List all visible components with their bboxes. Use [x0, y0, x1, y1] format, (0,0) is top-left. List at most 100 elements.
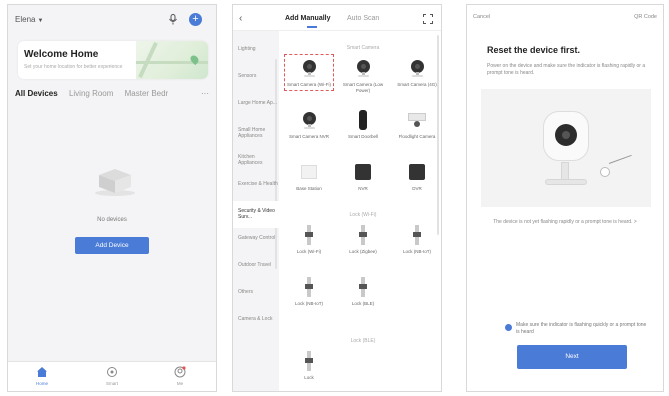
category-item[interactable]: Others	[233, 282, 279, 309]
slim-device-icon	[298, 276, 320, 298]
doorbell-device-icon	[352, 109, 374, 131]
tab-auto-scan[interactable]: Auto Scan	[347, 15, 379, 22]
device-tile[interactable]: Smart Camera (Wi-Fi)	[284, 54, 334, 91]
reset-header: Cancel QR Code	[467, 5, 663, 29]
add-device-header: ‹ Add Manually Auto Scan	[233, 5, 441, 31]
slim-device-icon	[298, 224, 320, 246]
category-item[interactable]: Kitchen Appliances	[233, 147, 279, 174]
device-tile[interactable]: Lock (Zigbee)	[341, 224, 385, 255]
category-item[interactable]: Security & Video Surv...	[233, 201, 279, 228]
device-scrollbar[interactable]	[437, 35, 439, 235]
cancel-button[interactable]: Cancel	[473, 14, 490, 20]
device-name: Floodlight Camera	[398, 134, 436, 139]
profile-icon	[174, 366, 186, 378]
section-title: Smart Camera	[346, 45, 380, 51]
empty-state-text: No devices	[97, 217, 127, 223]
device-name: NVR	[358, 186, 368, 191]
device-tile[interactable]: Lock	[287, 350, 331, 381]
device-tile[interactable]: Smart Camera (4G)	[395, 57, 439, 88]
camera-lens	[555, 124, 577, 146]
category-item[interactable]: Sensors	[233, 66, 279, 93]
category-item[interactable]: Small Home Appliances	[233, 120, 279, 147]
device-tile[interactable]: Floodlight Camera	[395, 109, 439, 140]
device-name: Smart Camera (Low Power)	[342, 82, 384, 93]
device-name: Base Station	[296, 186, 322, 191]
device-tile[interactable]: Lock (NB-IoT)	[287, 276, 331, 307]
reset-pointer-line	[608, 154, 632, 164]
tab-add-manually[interactable]: Add Manually	[285, 15, 331, 22]
tab-all-devices[interactable]: All Devices	[15, 89, 58, 98]
device-name: Lock (Zigbee)	[349, 249, 377, 254]
map-thumbnail	[136, 41, 208, 79]
camera-device-icon	[352, 57, 374, 79]
qr-code-button[interactable]: QR Code	[634, 14, 657, 20]
add-device-screen: ‹ Add Manually Auto Scan Lighting Sensors…	[232, 4, 442, 392]
camera-neck	[561, 162, 569, 180]
device-tile[interactable]: Lock (BLE)	[341, 276, 385, 307]
category-item[interactable]: Camera & Lock	[233, 309, 279, 336]
device-name: Lock (BLE)	[351, 301, 375, 306]
camera-body	[543, 111, 589, 161]
whitebox-device-icon	[298, 161, 320, 183]
microphone-icon[interactable]	[168, 14, 178, 25]
confirm-text: Make sure the indicator is flashing quic…	[516, 322, 647, 335]
category-item[interactable]: Lighting	[233, 39, 279, 66]
darkbox-device-icon	[406, 161, 428, 183]
tab-smart[interactable]: Smart	[92, 366, 132, 386]
tab-home[interactable]: Home	[22, 366, 62, 386]
tab-living-room[interactable]: Living Room	[69, 89, 113, 98]
tab-master-bedroom[interactable]: Master Bedr	[125, 89, 169, 98]
home-icon	[37, 367, 47, 377]
back-arrow-icon[interactable]: ‹	[239, 13, 242, 24]
reset-instructions: Power on the device and make sure the in…	[487, 63, 646, 76]
device-tile[interactable]: Smart Camera (Low Power)	[341, 57, 385, 93]
device-tile[interactable]: Base Station	[287, 161, 331, 192]
tab-me-label: Me	[176, 381, 184, 386]
device-name: Smart Camera NVR	[288, 134, 329, 139]
welcome-card[interactable]: Welcome Home Set your home location for …	[18, 41, 208, 79]
device-name: Lock (Wi-Fi)	[296, 249, 322, 254]
camera-device-icon	[298, 57, 320, 79]
device-name: Lock (NB-IoT)	[402, 249, 431, 254]
add-device-button[interactable]: Add Device	[75, 237, 149, 254]
active-tab-indicator	[307, 26, 317, 28]
reset-device-screen: Cancel QR Code Reset the device first. P…	[466, 4, 664, 392]
page-title: Reset the device first.	[487, 45, 581, 55]
home-selector-label: Elena	[15, 15, 36, 24]
empty-box-icon	[95, 169, 135, 196]
welcome-title: Welcome Home	[24, 49, 99, 60]
category-item[interactable]: Outdoor Travel	[233, 255, 279, 282]
slim-device-icon	[352, 224, 374, 246]
darkbox-device-icon	[352, 161, 374, 183]
category-item[interactable]: Exercise & Health	[233, 174, 279, 201]
next-button[interactable]: Next	[517, 345, 627, 369]
chevron-down-icon: ▼	[37, 18, 44, 24]
category-item[interactable]: Large Home Ap...	[233, 93, 279, 120]
section-title: Lock (Wi-Fi)	[349, 212, 377, 218]
tab-smart-label: Smart	[105, 381, 118, 386]
device-tile[interactable]: DVR	[395, 161, 439, 192]
device-tile[interactable]: NVR	[341, 161, 385, 192]
device-name: Smart Doorbell	[347, 134, 378, 139]
device-name: Smart Camera (4G)	[397, 82, 437, 87]
device-tile[interactable]: Lock (Wi-Fi)	[287, 224, 331, 255]
camera-device-icon	[406, 57, 428, 79]
help-link[interactable]: The device is not yet flashing rapidly o…	[467, 219, 663, 225]
device-tile[interactable]: Lock (NB-IoT)	[395, 224, 439, 255]
home-header: Elena ▼ +	[8, 5, 216, 31]
smart-scene-icon	[107, 367, 117, 377]
confirm-checkbox[interactable]	[505, 324, 512, 331]
more-icon[interactable]: ···	[201, 89, 209, 98]
scan-icon[interactable]	[423, 14, 433, 24]
home-selector[interactable]: Elena ▼	[15, 15, 43, 24]
floodlight-device-icon	[406, 109, 428, 131]
tab-me[interactable]: Me	[160, 366, 200, 386]
device-tile[interactable]: Smart Camera NVR	[287, 109, 331, 140]
category-item[interactable]: Gateway Control	[233, 228, 279, 255]
reset-button-indicator	[600, 167, 610, 177]
camera-base	[545, 179, 587, 185]
add-plus-icon[interactable]: +	[189, 13, 202, 26]
device-tile[interactable]: Smart Doorbell	[341, 109, 385, 140]
device-name: Lock	[304, 375, 314, 380]
tab-home-label: Home	[35, 381, 48, 386]
